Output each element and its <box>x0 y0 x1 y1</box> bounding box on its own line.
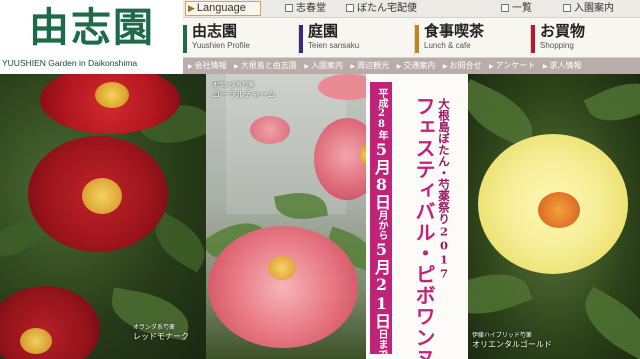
arrow-right-icon: ▶ <box>542 63 548 70</box>
arrow-right-icon: ▶ <box>396 63 402 70</box>
festival-date-suffix: まで <box>376 339 387 359</box>
caption-red-monarch: オランダ系芍薬 レッドモナーク <box>133 324 189 342</box>
caption-name: レッドモナーク <box>133 332 189 341</box>
hero-photo-red-monarch: オランダ系芍薬 レッドモナーク <box>0 74 206 359</box>
pink-peony-flower <box>208 226 358 348</box>
subnav-label: アンケート <box>495 61 536 70</box>
language-button[interactable]: ▶ Language <box>185 1 261 16</box>
toplink-shishundo[interactable]: 志春堂 <box>285 0 326 17</box>
subnav-label: 入園案内 <box>310 61 343 70</box>
festival-subtitle: 大根島ぼたん・芍薬祭り2017 <box>437 98 451 281</box>
leaf-shape <box>573 286 640 359</box>
subnav-label: 交通案内 <box>403 61 436 70</box>
leaf-shape <box>583 74 640 134</box>
top-utility-bar: ▶ Language 志春堂 ぼたん宅配便 一覧 入園案内 <box>183 0 640 18</box>
festival-title: フェスティバル・ピボワンヌ <box>412 96 436 359</box>
sub-navigation: ▶ 会社情報 ▶ 大根島と由志園 ▶ 入園案内 ▶ 周辺観光 ▶ 交通案内 ▶ お問合せ ▶… <box>183 58 640 74</box>
nav-label: 食事喫茶 <box>424 22 485 40</box>
arrow-right-icon: ▶ <box>489 63 494 70</box>
square-bullet-icon <box>346 4 354 12</box>
main-navigation: 由志園 Yuushien Profile 庭園 Teien sansaku 食事… <box>183 18 640 58</box>
subnav-company-info[interactable]: ▶ 会社情報 <box>188 58 227 74</box>
subnav-label: 周辺観光 <box>357 61 390 70</box>
festival-date-connector: から <box>376 220 387 240</box>
subnav-label: 大根島と由志園 <box>240 61 297 70</box>
caption-name: オリエンタルゴールド <box>472 340 552 349</box>
nav-yuushien-profile[interactable]: 由志園 Yuushien Profile <box>183 22 299 56</box>
flower-center <box>95 82 129 108</box>
red-peony-flower <box>0 286 100 359</box>
arrow-right-icon: ▶ <box>350 63 356 70</box>
language-label: Language <box>196 2 246 14</box>
nav-sublabel: Shopping <box>540 41 574 50</box>
square-bullet-icon <box>563 4 571 12</box>
flower-center <box>268 256 296 280</box>
festival-year: 平成28年 <box>376 88 387 140</box>
caption-variety: 伊藤ハイブリッド芍薬 <box>472 332 532 339</box>
subnav-recruit[interactable]: ▶ 求人情報 <box>543 58 582 74</box>
festival-date-bar: 平成28年5月8日月から5月21日日まで <box>370 82 392 359</box>
toplink-label: ぼたん宅配便 <box>357 3 417 14</box>
flower-center <box>82 178 122 214</box>
toplink-label: 一覧 <box>512 3 532 14</box>
hero-photo-oriental-gold: 伊藤ハイブリッド芍薬 オリエンタルゴールド <box>468 74 640 359</box>
subnav-label: お問合せ <box>449 61 482 70</box>
logo-subtitle: YUUSHIEN Garden in Daikonshima <box>2 58 138 68</box>
nav-sublabel: Yuushien Profile <box>192 41 250 50</box>
caption-variety: オランダ系芍薬 <box>133 324 176 331</box>
nav-teien[interactable]: 庭園 Teien sansaku <box>299 22 415 56</box>
triangle-right-icon: ▶ <box>188 3 195 13</box>
subnav-admission[interactable]: ▶ 入園案内 <box>304 58 343 74</box>
leaf-shape <box>468 261 533 327</box>
logo-text: 由志園 <box>29 4 155 51</box>
subnav-label: 求人情報 <box>549 61 582 70</box>
flower-center <box>20 328 52 354</box>
nav-sublabel: Lunch & cafe <box>424 41 471 50</box>
subnav-sightseeing[interactable]: ▶ 周辺観光 <box>351 58 390 74</box>
square-bullet-icon <box>501 4 509 12</box>
festival-end-date: 5月21日 <box>372 240 391 329</box>
site-logo[interactable]: 由志園 YUUSHIEN Garden in Daikonshima <box>0 0 183 74</box>
arrow-right-icon: ▶ <box>442 63 448 70</box>
subnav-contact[interactable]: ▶ お問合せ <box>443 58 482 74</box>
arrow-right-icon: ▶ <box>188 63 193 70</box>
hero-banner[interactable]: オランダ系芍薬 レッドモナーク オランダ系芍薬 コーラルチャーム 平成28年5月… <box>0 74 640 359</box>
caption-coral-charm: オランダ系芍薬 コーラルチャーム <box>212 82 276 100</box>
nav-label: 庭園 <box>308 22 339 40</box>
flower-center <box>538 192 580 228</box>
festival-start-weekday: 月 <box>376 210 387 220</box>
nav-label: 由志園 <box>192 22 238 40</box>
arrow-right-icon: ▶ <box>234 63 239 70</box>
toplink-admission[interactable]: 入園案内 <box>563 0 614 17</box>
nav-color-bar <box>183 25 187 53</box>
toplink-list[interactable]: 一覧 <box>501 0 532 17</box>
nav-lunch-cafe[interactable]: 食事喫茶 Lunch & cafe <box>415 22 531 56</box>
toplink-label: 入園案内 <box>574 3 614 14</box>
hero-photo-coral-charm: オランダ系芍薬 コーラルチャーム <box>206 74 366 359</box>
nav-label: お買物 <box>540 22 586 40</box>
subnav-survey[interactable]: ▶ アンケート <box>489 58 535 74</box>
nav-color-bar <box>531 25 535 53</box>
festival-end-weekday: 日 <box>376 329 387 339</box>
square-bullet-icon <box>285 4 293 12</box>
nav-color-bar <box>299 25 303 53</box>
subnav-label: 会社情報 <box>194 61 227 70</box>
caption-variety: オランダ系芍薬 <box>212 82 255 89</box>
nav-sublabel: Teien sansaku <box>308 41 360 50</box>
toplink-label: 志春堂 <box>296 3 326 14</box>
festival-dates: 平成28年5月8日月から5月21日日まで <box>370 88 392 359</box>
pink-peony-flower <box>250 116 290 144</box>
caption-name: コーラルチャーム <box>212 90 276 99</box>
toplink-botan-delivery[interactable]: ぼたん宅配便 <box>346 0 417 17</box>
festival-banner: 平成28年5月8日月から5月21日日まで フェスティバル・ピボワンヌ 大根島ぼた… <box>366 74 468 359</box>
subnav-daikonshima[interactable]: ▶ 大根島と由志園 <box>234 58 297 74</box>
caption-oriental-gold: 伊藤ハイブリッド芍薬 オリエンタルゴールド <box>472 332 552 350</box>
nav-shopping[interactable]: お買物 Shopping <box>531 22 640 56</box>
arrow-right-icon: ▶ <box>304 63 309 70</box>
nav-color-bar <box>415 25 419 53</box>
festival-start-date: 5月8日 <box>372 140 391 210</box>
subnav-access[interactable]: ▶ 交通案内 <box>397 58 436 74</box>
